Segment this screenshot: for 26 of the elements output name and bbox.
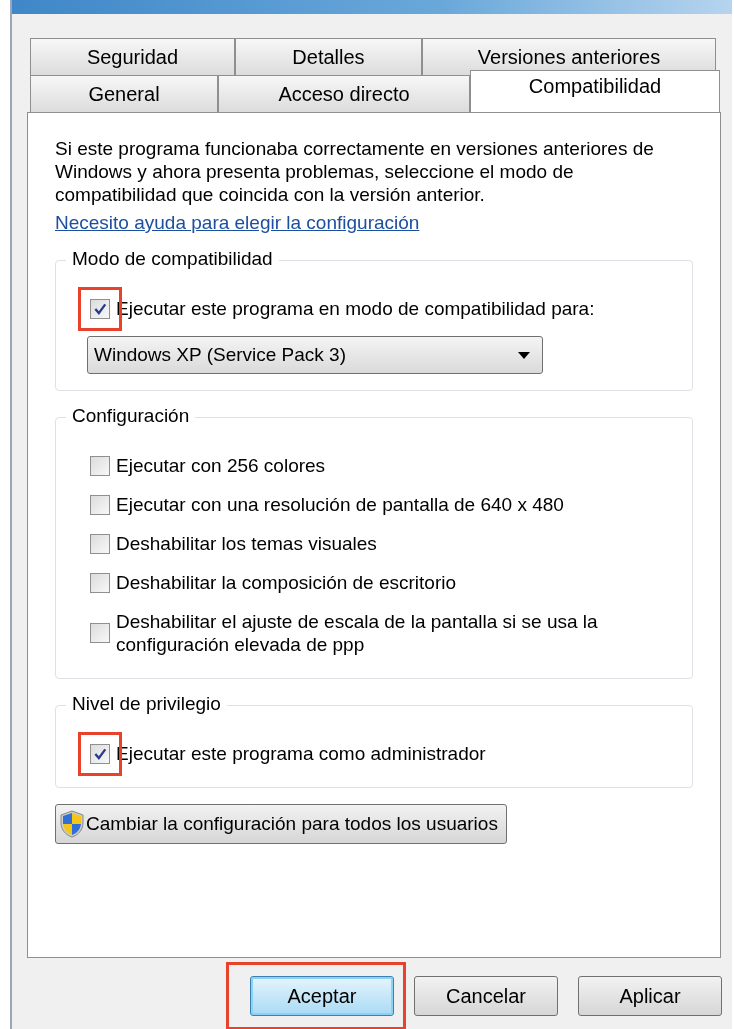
checkbox-label[interactable]: Deshabilitar la composición de escritorio xyxy=(116,571,457,594)
dialog-button[interactable]: Cancelar xyxy=(414,976,558,1016)
checkbox[interactable] xyxy=(90,455,110,476)
checkbox[interactable] xyxy=(90,533,110,554)
tab[interactable]: General xyxy=(30,75,218,112)
shield-icon xyxy=(60,810,84,838)
change-settings-button[interactable]: Cambiar la configuración para todos los usuarios xyxy=(55,804,507,844)
checkbox[interactable] xyxy=(90,572,110,593)
tab[interactable]: Seguridad xyxy=(30,38,235,75)
checkbox[interactable] xyxy=(90,623,110,643)
help-link[interactable]: Necesito ayuda para elegir la configuración xyxy=(55,212,420,234)
checkbox-label[interactable]: Ejecutar con una resolución de pantalla de 640 x 480 xyxy=(116,493,564,516)
checkbox-label[interactable]: Deshabilitar el ajuste de escala de la pantalla si se usa la configuración elevada de ppp xyxy=(116,610,678,656)
dialog-button[interactable]: Aplicar xyxy=(578,976,722,1016)
checkbox[interactable] xyxy=(90,743,110,764)
dialog-button[interactable]: Aceptar xyxy=(250,976,394,1016)
checkbox-label[interactable]: Ejecutar con 256 colores xyxy=(116,454,326,477)
checkbox[interactable] xyxy=(90,494,110,515)
checkbox-label[interactable]: Deshabilitar los temas visuales xyxy=(116,532,377,555)
caret-icon xyxy=(518,351,530,359)
description-text: Si este programa funcionaba correctamente en versiones anteriores de Windows y ahora presenta problemas, seleccione el modo de compatibilidad que coincida con la versión anterior. xyxy=(55,137,655,206)
tab[interactable]: Detalles xyxy=(235,38,422,75)
tab[interactable]: Acceso directo xyxy=(218,75,470,112)
tab[interactable]: Compatibilidad xyxy=(470,70,720,112)
dropdown[interactable]: Windows XP (Service Pack 3) xyxy=(87,336,543,374)
checkbox[interactable] xyxy=(90,298,110,319)
